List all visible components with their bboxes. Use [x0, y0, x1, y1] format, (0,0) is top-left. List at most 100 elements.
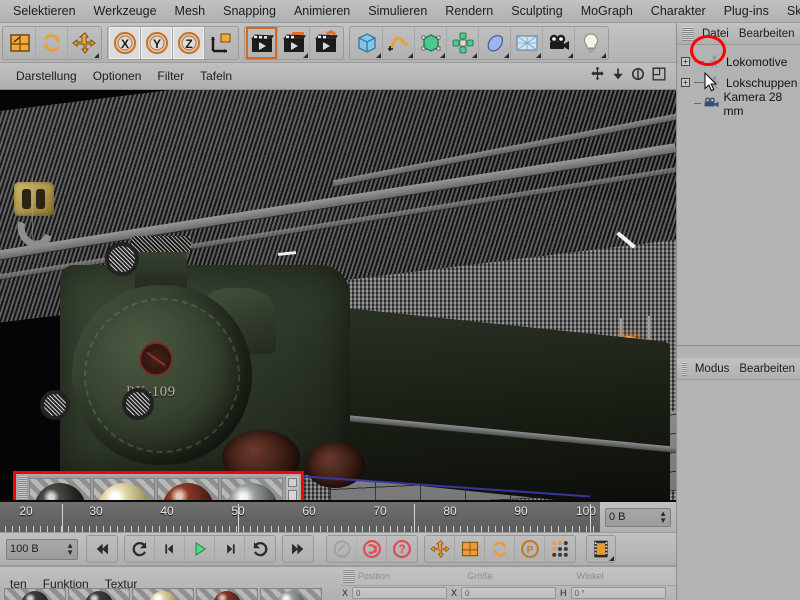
render-settings-icon[interactable] [310, 27, 342, 59]
menu-item-snapping[interactable]: Snapping [214, 2, 285, 20]
keyframe-question-button[interactable]: ? [387, 536, 417, 562]
record-rotate-button[interactable] [485, 536, 515, 562]
coord-header-size: Größe [467, 571, 493, 581]
object-row-kamera[interactable]: Kamera 28 mm [679, 90, 800, 118]
hook-cable [32, 178, 33, 238]
corner-marker [303, 52, 308, 58]
stepper-arrows-icon[interactable]: ▲ ▼ [66, 542, 74, 557]
corner-marker [536, 52, 541, 58]
array-icon[interactable] [447, 26, 479, 59]
y-axis-icon[interactable]: Y [141, 26, 173, 59]
coord-header-angle: Winkel [576, 571, 604, 581]
object-row-lokomotive[interactable]: + Lokomotive [679, 51, 800, 72]
menu-item-charakter[interactable]: Charakter [642, 2, 715, 20]
next-frame-button[interactable] [215, 536, 245, 562]
menu-item-sculpting[interactable]: Sculpting [502, 2, 571, 20]
material-item[interactable] [4, 588, 66, 600]
viewport-menu-tafeln[interactable]: Tafeln [192, 67, 240, 85]
nurbs-icon[interactable] [415, 26, 447, 59]
record-scale-button[interactable] [455, 536, 485, 562]
material-item[interactable]: x Lokomotiv [93, 478, 155, 500]
maximize-view-icon[interactable] [652, 67, 666, 86]
spline-icon[interactable] [383, 26, 415, 59]
viewport-menu-optionen[interactable]: Optionen [85, 67, 150, 85]
object-manager-panel: Datei Bearbeiten + Lokomotive + Lokschup… [676, 23, 800, 345]
end-frame-input[interactable]: 100 B ▲ ▼ [6, 538, 78, 560]
expand-toggle-icon[interactable]: + [681, 57, 690, 66]
play-button[interactable] [185, 536, 215, 562]
z-axis-icon[interactable]: Z [173, 26, 205, 59]
cube-primitive-icon[interactable] [351, 26, 383, 59]
menu-item-plugins[interactable]: Plug-ins [715, 2, 778, 20]
dolly-view-icon[interactable] [612, 66, 624, 86]
viewport-menu-filter[interactable]: Filter [149, 67, 192, 85]
panel-spacer [677, 346, 800, 358]
timeline-ruler[interactable]: 20 30 40 50 60 70 80 90 100 [0, 500, 600, 532]
expand-toggle-icon[interactable]: + [681, 78, 690, 87]
deformer-icon[interactable] [479, 26, 511, 59]
camera-icon[interactable] [543, 26, 575, 59]
menu-item-animieren[interactable]: Animieren [285, 2, 359, 20]
material-scrollbar[interactable] [285, 476, 299, 500]
panel-grip-handle[interactable] [18, 476, 27, 500]
menu-item-selektieren[interactable]: Selektieren [4, 2, 85, 20]
panel-grip-handle[interactable] [682, 26, 694, 41]
environment-icon[interactable] [511, 26, 543, 59]
rotate-view-icon[interactable] [631, 67, 645, 86]
material-item[interactable]: x Lokomotiv [157, 478, 219, 500]
stepper-arrows-icon[interactable]: ▲ ▼ [659, 510, 667, 525]
world-coordinates-icon[interactable] [205, 27, 237, 59]
panel-grip-handle[interactable] [682, 361, 687, 376]
previous-frame-button[interactable] [155, 536, 185, 562]
smokestack-top [131, 236, 191, 252]
menu-item-rendern[interactable]: Rendern [436, 2, 502, 20]
timeline-button[interactable] [587, 536, 615, 562]
object-menu-bearbeiten[interactable]: Bearbeiten [734, 27, 800, 41]
move-icon[interactable] [68, 27, 100, 59]
panel-grip-handle[interactable] [343, 569, 355, 583]
menu-item-simulieren[interactable]: Simulieren [359, 2, 436, 20]
toolbar-group-axis: X Y Z [107, 25, 239, 60]
scroll-up-arrow[interactable] [288, 478, 297, 487]
material-item[interactable] [196, 588, 258, 600]
record-param-button[interactable]: P [515, 536, 545, 562]
scrollbar-thumb[interactable] [288, 490, 297, 500]
record-position-button[interactable] [327, 536, 357, 562]
viewport-menu-darstellung[interactable]: Darstellung [8, 67, 85, 85]
go-to-end-button[interactable] [283, 536, 313, 562]
current-frame-input[interactable]: 0 B ▲ ▼ [605, 507, 671, 527]
point-level-anim-button[interactable] [545, 536, 575, 562]
coord-position-x-input[interactable]: 0 [352, 587, 448, 599]
material-manager-panel[interactable]: x Lokomotiv x Lokomotiv x Lokomotiv [13, 471, 304, 500]
material-item[interactable] [260, 588, 322, 600]
material-item[interactable]: x Lokomotiv [29, 478, 91, 500]
x-axis-icon[interactable]: X [109, 26, 141, 59]
autokey-button[interactable] [357, 536, 387, 562]
rotate-icon[interactable] [36, 26, 68, 59]
render-view-icon[interactable] [246, 26, 278, 59]
coord-size-x-input[interactable]: 0 [461, 587, 557, 599]
menu-item-mesh[interactable]: Mesh [166, 2, 215, 20]
go-to-start-button[interactable] [87, 536, 117, 562]
3d-viewport[interactable]: PX-109 x Lokomotiv x [0, 90, 676, 500]
previous-key-button[interactable] [125, 536, 155, 562]
render-picture-viewer-icon[interactable] [278, 26, 310, 59]
menu-item-skript[interactable]: Skript [778, 2, 800, 20]
menu-item-werkzeuge[interactable]: Werkzeuge [85, 2, 166, 20]
attribute-menu-modus[interactable]: Modus [690, 362, 735, 376]
ruler-label: 30 [89, 504, 103, 518]
attribute-menu-bearbeiten[interactable]: Bearbeiten [734, 362, 800, 376]
light-icon[interactable] [575, 27, 607, 59]
record-move-button[interactable] [425, 536, 455, 562]
object-tree: + Lokomotive + Lokschuppen Kamera 28 mm [677, 45, 800, 345]
pan-view-icon[interactable] [590, 66, 605, 86]
coord-angle-h-input[interactable]: 0 ° [570, 587, 666, 599]
object-menu-datei[interactable]: Datei [697, 27, 734, 41]
loop-button[interactable] [245, 536, 275, 562]
smokebox-rivet-ring [84, 298, 240, 453]
material-item[interactable]: x Lokomotiv [221, 478, 283, 500]
material-item[interactable] [132, 588, 194, 600]
menu-item-mograph[interactable]: MoGraph [572, 2, 642, 20]
material-item[interactable] [68, 588, 130, 600]
move-selection-icon[interactable] [4, 26, 36, 59]
